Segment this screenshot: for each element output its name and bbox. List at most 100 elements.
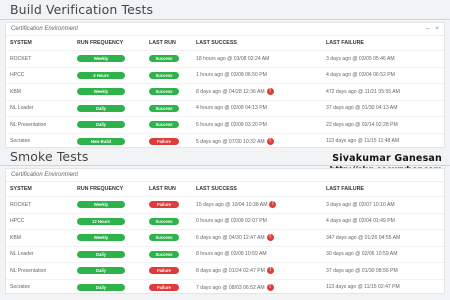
column-header-last-success[interactable]: LAST SUCCESS — [192, 182, 322, 197]
last-run-cell: Success — [145, 212, 192, 230]
column-header-run-frequency[interactable]: RUN FREQUENCY — [73, 182, 145, 197]
run-frequency-badge: Daily — [77, 250, 125, 258]
column-header-last-failure[interactable]: LAST FAILURE — [322, 36, 444, 51]
run-frequency-badge: Weekly — [77, 55, 125, 63]
last-success-text: 0 hours ago @ 03/08 02:07 PM — [196, 218, 267, 225]
last-run-status-badge[interactable]: Success — [149, 55, 179, 63]
last-failure-text: 4 days ago @ 03/04 06:52 PM — [322, 66, 444, 84]
last-success-cell: 5 days ago @ 07/30 10:32 AM! — [192, 132, 322, 149]
run-frequency-cell: Daily — [73, 245, 145, 263]
last-success-text: 7 days ago @ 08/03 06:52 AM — [196, 284, 265, 291]
last-run-status-badge[interactable]: Failure — [149, 137, 179, 145]
last-success-text: 8 days ago @ 04/28 12:36 AM — [196, 89, 265, 96]
minimize-icon[interactable]: – — [426, 25, 430, 32]
run-frequency-cell: Weekly — [73, 83, 145, 100]
table-row[interactable]: HPCC 4 Hours Success 1 hours ago @ 03/08 06… — [6, 66, 444, 84]
system-name: Socrates — [6, 278, 73, 295]
last-run-status-badge[interactable]: Success — [149, 88, 179, 96]
bvt-panel: Certification Environment – × SYSTEM RUN… — [5, 22, 445, 149]
bvt-panel-controls: – × — [422, 23, 439, 35]
last-run-status-badge[interactable]: Failure — [149, 267, 179, 275]
warning-icon[interactable]: ! — [266, 283, 274, 291]
run-frequency-cell: Weekly — [73, 196, 145, 213]
last-success-text: 8 hours ago @ 03/08 10:59 AM — [196, 251, 267, 258]
last-success-text: 18 hours ago @ 03/08 02:24 AM — [196, 55, 270, 62]
table-row[interactable]: Socrates Daily Failure 7 days ago @ 08/03 0… — [6, 278, 444, 295]
last-success-text: 6 days ago @ 04/30 12:47 AM — [196, 235, 265, 242]
system-name: KBM — [6, 83, 73, 100]
last-run-status-badge[interactable]: Success — [149, 71, 179, 79]
column-header-last-run[interactable]: LAST RUN — [145, 182, 192, 197]
last-failure-text: 347 days ago @ 01/26 04:55 AM — [322, 229, 444, 246]
table-row[interactable]: ROCKET Weekly Failure 15 days ago @ 10/04 1… — [6, 196, 444, 213]
table-row[interactable]: NL Presentation Daily Success 5 hours ago @… — [6, 116, 444, 133]
last-failure-text: 113 days ago @ 11/15 02:47 PM — [322, 278, 444, 295]
system-name: Socrates — [6, 132, 73, 149]
smoke-panel-header: Certification Environment — [6, 169, 444, 182]
last-success-text: 4 hours ago @ 03/08 04:13 PM — [196, 105, 267, 112]
system-name: NL Loader — [6, 99, 73, 117]
run-frequency-badge: 4 Hours — [77, 71, 125, 79]
last-run-status-badge[interactable]: Success — [149, 250, 179, 258]
last-success-text: 15 days ago @ 10/04 10:38 AM — [196, 202, 268, 209]
last-failure-text: 37 days ago @ 01/30 04:13 AM — [322, 99, 444, 117]
last-failure-text: 113 days ago @ 11/15 11:48 AM — [322, 132, 444, 149]
last-run-status-badge[interactable]: Failure — [149, 201, 179, 209]
last-run-status-badge[interactable]: Failure — [149, 283, 179, 291]
table-row[interactable]: Socrates New Build Failure 5 days ago @ 07/… — [6, 132, 444, 149]
last-success-cell: 8 days ago @ 01/24 02:47 PM! — [192, 262, 322, 279]
table-row[interactable]: ROCKET Weekly Success 18 hours ago @ 03/08 … — [6, 50, 444, 67]
run-frequency-cell: Weekly — [73, 50, 145, 67]
last-success-cell: 15 days ago @ 10/04 10:38 AM! — [192, 196, 322, 213]
warning-icon[interactable]: ! — [266, 234, 274, 242]
smoke-panel: Certification Environment SYSTEM RUN FRE… — [5, 168, 445, 295]
last-success-cell: 8 days ago @ 04/28 12:36 AM! — [192, 83, 322, 100]
column-header-system[interactable]: SYSTEM — [6, 36, 73, 51]
column-header-last-run[interactable]: LAST RUN — [145, 36, 192, 51]
last-run-cell: Success — [145, 99, 192, 117]
column-header-last-failure[interactable]: LAST FAILURE — [322, 182, 444, 197]
last-run-cell: Success — [145, 116, 192, 133]
bvt-title-divider — [0, 19, 450, 20]
last-run-cell: Failure — [145, 262, 192, 279]
last-success-text: 5 days ago @ 07/30 10:32 AM — [196, 138, 265, 145]
table-row[interactable]: KBM Weekly Success 8 days ago @ 04/28 12:36… — [6, 83, 444, 100]
table-row[interactable]: NL Presentation Daily Failure 8 days ago @ … — [6, 262, 444, 279]
run-frequency-cell: Daily — [73, 262, 145, 279]
run-frequency-badge: Daily — [77, 267, 125, 275]
last-run-status-badge[interactable]: Success — [149, 104, 179, 112]
last-failure-text: 472 days ago @ 11/21 05:55 AM — [322, 83, 444, 100]
warning-icon[interactable]: ! — [266, 267, 274, 275]
run-frequency-badge: Weekly — [77, 234, 125, 242]
column-header-last-success[interactable]: LAST SUCCESS — [192, 36, 322, 51]
column-header-system[interactable]: SYSTEM — [6, 182, 73, 197]
run-frequency-badge: Weekly — [77, 88, 125, 96]
bvt-table-header: SYSTEM RUN FREQUENCY LAST RUN LAST SUCCE… — [6, 36, 444, 51]
column-header-run-frequency[interactable]: RUN FREQUENCY — [73, 36, 145, 51]
last-run-status-badge[interactable]: Success — [149, 234, 179, 242]
system-name: KBM — [6, 229, 73, 246]
last-run-cell: Failure — [145, 132, 192, 149]
run-frequency-cell: New Build — [73, 132, 145, 149]
run-frequency-cell: 12 Hours — [73, 212, 145, 230]
table-row[interactable]: HPCC 12 Hours Success 0 hours ago @ 03/08 0… — [6, 212, 444, 230]
run-frequency-cell: Daily — [73, 116, 145, 133]
last-run-cell: Success — [145, 229, 192, 246]
system-name: NL Presentation — [6, 116, 73, 133]
table-row[interactable]: KBM Weekly Success 6 days ago @ 04/30 12:47… — [6, 229, 444, 246]
warning-icon[interactable]: ! — [266, 88, 274, 96]
table-row[interactable]: NL Loader Daily Success 8 hours ago @ 03/08… — [6, 245, 444, 263]
system-name: HPCC — [6, 212, 73, 230]
last-success-text: 5 hours ago @ 03/08 03:20 PM — [196, 121, 267, 128]
last-success-cell: 4 hours ago @ 03/08 04:13 PM — [192, 99, 322, 117]
last-failure-text: 3 days ago @ 03/05 05:46 AM — [322, 50, 444, 67]
bvt-table: SYSTEM RUN FREQUENCY LAST RUN LAST SUCCE… — [6, 36, 444, 149]
author-name: Sivakumar Ganesan — [332, 153, 442, 164]
table-row[interactable]: NL Loader Daily Success 4 hours ago @ 03/08… — [6, 99, 444, 117]
close-icon[interactable]: × — [435, 25, 439, 32]
warning-icon[interactable]: ! — [269, 201, 277, 209]
system-name: ROCKET — [6, 50, 73, 67]
last-run-status-badge[interactable]: Success — [149, 217, 179, 225]
last-run-status-badge[interactable]: Success — [149, 121, 179, 129]
warning-icon[interactable]: ! — [266, 137, 274, 145]
